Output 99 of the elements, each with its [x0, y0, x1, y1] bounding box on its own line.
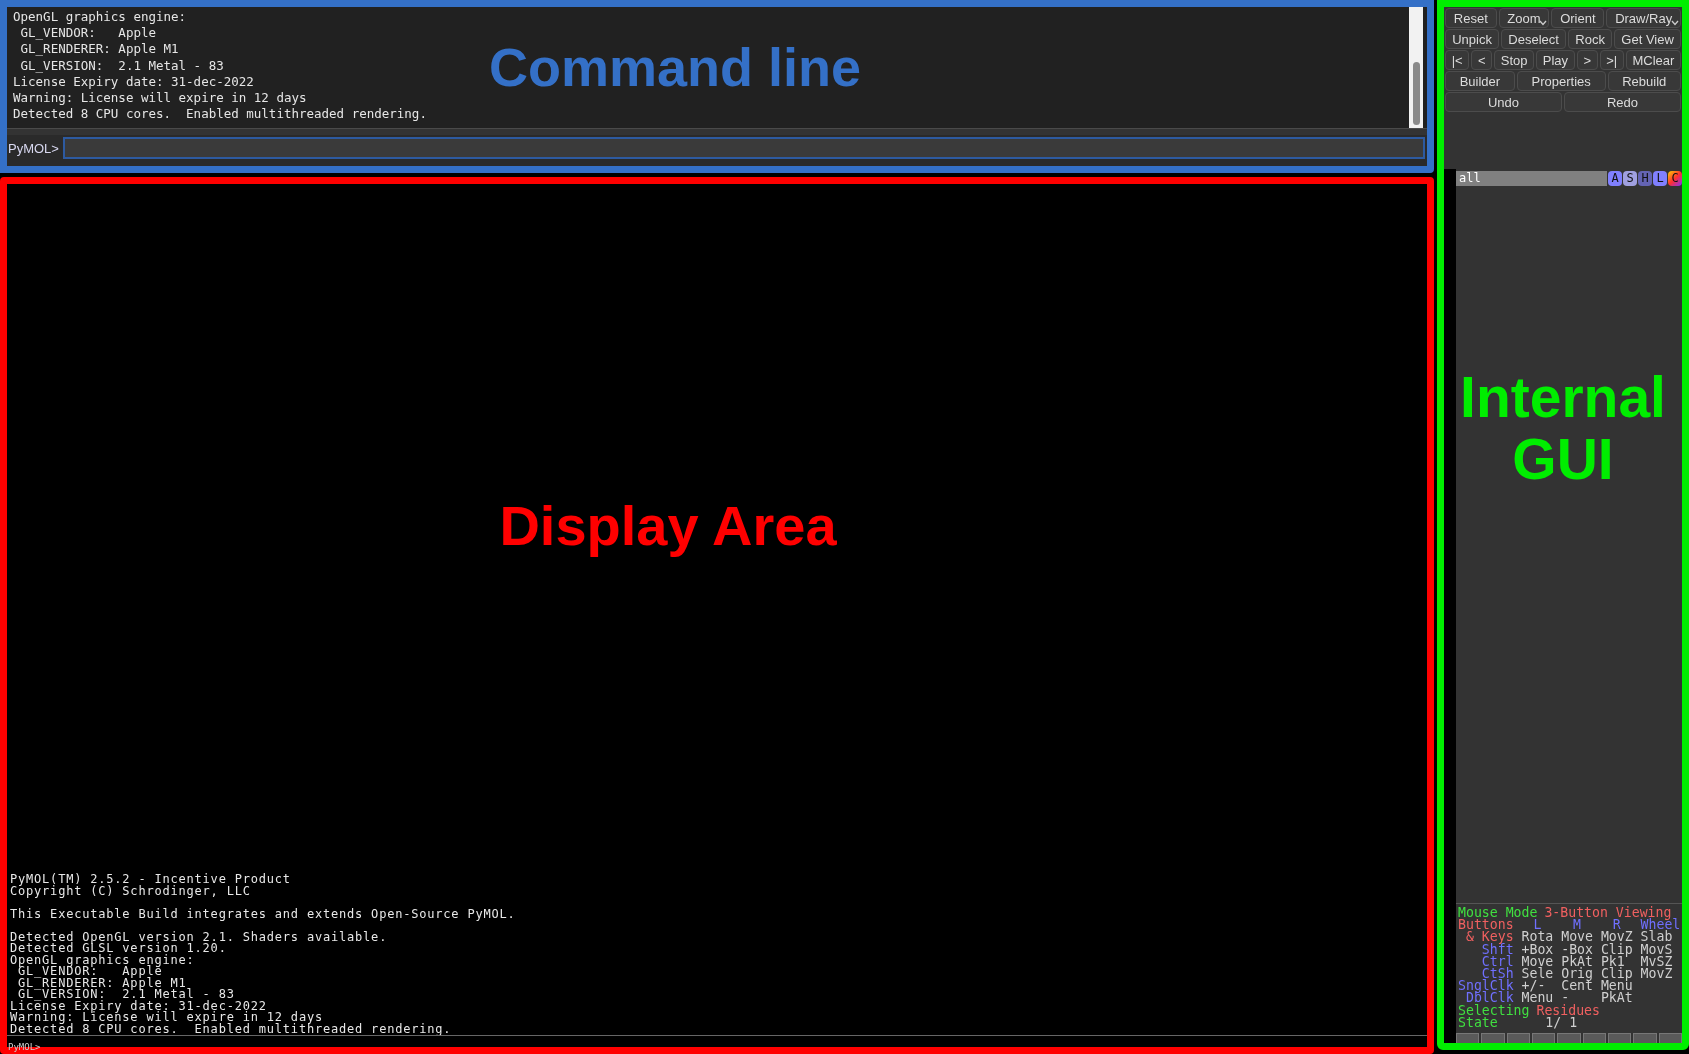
- mouse-mode-text: -: [1561, 992, 1570, 1005]
- mouse-mode-text: CtSh: [1481, 968, 1515, 981]
- mouse-mode-text: 3-Button Viewing: [1544, 906, 1672, 920]
- log-line: GL_VERSION: 2.1 Metal - 83: [19, 57, 224, 74]
- mouse-mode-text: Move: [1521, 955, 1555, 968]
- log-line: Detected GLSL version 1.20.: [10, 943, 227, 955]
- mouse-mode-text: Pk1: [1600, 955, 1625, 968]
- mouse-mode-text: PkAt: [1561, 955, 1594, 968]
- toolbar-button[interactable]: Undo: [1445, 92, 1562, 112]
- mouse-mode-text: & Keys: [1464, 931, 1515, 944]
- mouse-mode-text: Menu: [1521, 992, 1554, 1005]
- movie-control-button[interactable]: [1582, 1033, 1606, 1043]
- toolbar-button[interactable]: Get View: [1614, 29, 1682, 49]
- toolbar-button[interactable]: Redo: [1564, 92, 1681, 112]
- mouse-mode-text: MvSZ: [1640, 955, 1674, 968]
- object-name[interactable]: all: [1456, 171, 1607, 186]
- log-line: License Expiry date: 31-dec-2022: [10, 1000, 267, 1012]
- mouse-mode-text: L: [1533, 919, 1542, 932]
- toolbar-button[interactable]: Deselect: [1501, 29, 1567, 49]
- mouse-mode-text: Mouse Mode: [1458, 906, 1538, 920]
- mouse-mode-text: M: [1573, 919, 1582, 932]
- toolbar-button[interactable]: Stop: [1494, 50, 1535, 70]
- mouse-mode-text: Residues: [1536, 1004, 1600, 1017]
- command-input[interactable]: [62, 137, 1425, 159]
- scrollbar[interactable]: [1409, 7, 1423, 128]
- mouse-mode-text: Orig: [1561, 968, 1594, 981]
- annotation-label: Command line: [489, 40, 861, 94]
- mouse-mode-text: Selecting: [1458, 1004, 1530, 1017]
- log-line: GL_VENDOR: Apple: [18, 966, 163, 978]
- toolbar-button[interactable]: Builder: [1445, 71, 1515, 91]
- log-line: Detected 8 CPU cores. Enabled multithreaded rendering.: [13, 106, 427, 123]
- log-line: GL_VENDOR: Apple: [19, 25, 156, 42]
- toolbar-button[interactable]: <: [1471, 50, 1493, 70]
- movie-control-button[interactable]: [1532, 1033, 1556, 1043]
- log-line: OpenGL graphics engine:: [10, 954, 195, 966]
- log-line: Warning: License will expire in 12 days: [10, 1012, 323, 1024]
- toolbar-button[interactable]: Unpick: [1445, 29, 1500, 49]
- movie-control-button[interactable]: [1481, 1033, 1505, 1043]
- toolbar-button[interactable]: Rebuild: [1607, 71, 1681, 91]
- object-action-button[interactable]: S: [1623, 171, 1637, 186]
- toolbar-button[interactable]: |<: [1445, 50, 1470, 70]
- toolbar-button[interactable]: MClear: [1625, 50, 1682, 70]
- mouse-mode-text: Cent: [1561, 980, 1594, 993]
- mouse-mode-text: MovS: [1640, 943, 1674, 956]
- movie-control-button[interactable]: [1658, 1033, 1682, 1043]
- toolbar-button[interactable]: Orient: [1551, 8, 1605, 28]
- log-line: GL_RENDERER: Apple M1: [19, 41, 179, 58]
- toolbar-button[interactable]: Rock: [1568, 29, 1613, 49]
- mouse-mode-text: Slab: [1640, 931, 1674, 944]
- toolbar-button[interactable]: >: [1576, 50, 1598, 70]
- mouse-mode-text: Shft: [1480, 943, 1515, 956]
- toolbar-button[interactable]: Play: [1536, 50, 1575, 70]
- mouse-mode-text: MovZ: [1640, 968, 1674, 981]
- mouse-mode-text: Clip: [1600, 943, 1634, 956]
- prompt-label: PyMOL>: [7, 140, 59, 156]
- mouse-mode-text: PkAt: [1600, 992, 1634, 1005]
- log-line: GL_VERSION: 2.1 Metal - 83: [18, 989, 235, 1001]
- object-action-button[interactable]: L: [1653, 171, 1667, 186]
- log-line: PyMOL(TM) 2.5.2 - Incentive Product: [10, 874, 291, 886]
- movie-control-button[interactable]: [1607, 1033, 1632, 1043]
- movie-control-button[interactable]: [1506, 1033, 1530, 1043]
- toolbar-button[interactable]: Draw/Ray: [1606, 8, 1681, 28]
- object-action-button[interactable]: H: [1638, 171, 1652, 186]
- object-action-button[interactable]: C: [1668, 171, 1682, 186]
- mouse-mode-text: R: [1612, 919, 1621, 932]
- toolbar-button[interactable]: >|: [1599, 50, 1624, 70]
- annotation-label: Internal GUI: [1459, 367, 1667, 491]
- mouse-mode-text: +Box: [1521, 943, 1555, 956]
- mouse-mode-text: 1/: [1545, 1016, 1562, 1029]
- log-line: Detected OpenGL version 2.1. Shaders available.: [10, 931, 388, 943]
- mouse-mode-text: Buttons: [1458, 919, 1515, 932]
- caret-icon: [1539, 20, 1548, 26]
- mouse-mode-text: SnglClk: [1458, 980, 1515, 993]
- mouse-mode-text: Clip: [1600, 968, 1634, 981]
- mouse-mode-text: State: [1458, 1016, 1498, 1029]
- log-line: License Expiry date: 31-dec-2022: [13, 73, 254, 90]
- toolbar-button[interactable]: Zoom: [1498, 8, 1550, 28]
- log-line: OpenGL graphics engine:: [13, 9, 187, 26]
- mouse-mode-text: DblClk: [1465, 992, 1514, 1005]
- mouse-mode-text: Rota: [1521, 931, 1555, 944]
- movie-control-button[interactable]: [1456, 1033, 1480, 1043]
- object-action-button[interactable]: A: [1608, 171, 1622, 186]
- movie-control-button[interactable]: [1633, 1033, 1657, 1043]
- log-line: Copyright (C) Schrodinger, LLC: [10, 885, 251, 897]
- log-line: Warning: License will expire in 12 days: [13, 90, 307, 107]
- caret-icon: [1671, 20, 1679, 26]
- mouse-mode-text: Sele: [1521, 968, 1555, 981]
- toolbar-button[interactable]: Reset: [1445, 8, 1497, 28]
- log-line: This Executable Build integrates and extends Open-Source PyMOL.: [10, 908, 516, 920]
- log-line: GL_RENDERER: Apple M1: [17, 977, 187, 989]
- mouse-mode-text: MovZ: [1600, 931, 1634, 944]
- mouse-mode-text: -Box: [1561, 943, 1594, 956]
- log-line: Detected 8 CPU cores. Enabled multithreaded rendering.: [10, 1023, 452, 1035]
- mouse-mode-text: 1: [1569, 1016, 1578, 1029]
- toolbar-button[interactable]: Properties: [1516, 71, 1606, 91]
- mouse-mode-text: +/-: [1521, 980, 1546, 993]
- movie-control-button[interactable]: [1557, 1033, 1581, 1043]
- mouse-mode-text: Ctrl: [1480, 955, 1515, 968]
- mouse-mode-text: Move: [1561, 931, 1594, 944]
